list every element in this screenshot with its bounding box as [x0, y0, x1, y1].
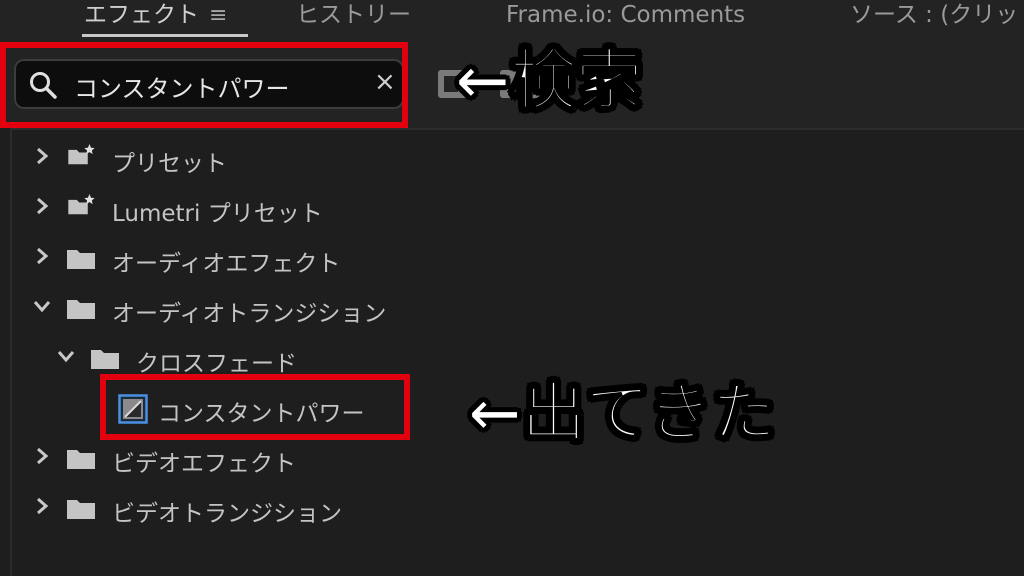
tab-effects-label: エフェクト	[84, 2, 199, 28]
chevron-right-icon[interactable]	[32, 196, 52, 216]
folder-icon	[67, 250, 95, 269]
chevron-right-icon[interactable]	[32, 446, 52, 466]
chevron-right-icon[interactable]	[32, 146, 52, 166]
tab-history[interactable]: ヒストリー	[296, 0, 411, 36]
tree-item-label: ビデオトランジション	[112, 501, 342, 527]
annotation-search: ←検索	[454, 42, 643, 119]
tree-item-crossfade[interactable]: クロスフェード	[12, 338, 1022, 378]
chevron-right-icon[interactable]	[32, 246, 52, 266]
tree-item-label: オーディオトランジション	[112, 301, 387, 327]
folder-icon	[67, 500, 95, 519]
folder-icon	[67, 450, 95, 469]
tree-item-label: プリセット	[112, 151, 227, 177]
tree-item-lumetri-presets[interactable]: Lumetri プリセット	[12, 188, 1022, 228]
search-highlight-box	[0, 42, 408, 128]
tree-item-audio-effects[interactable]: オーディオエフェクト	[12, 238, 1022, 278]
chevron-down-icon[interactable]	[56, 346, 76, 366]
preset-folder-icon	[68, 144, 95, 165]
tree-item-label: オーディオエフェクト	[112, 251, 341, 277]
hamburger-menu-icon[interactable]: ≡	[209, 3, 227, 28]
result-highlight-box	[100, 374, 410, 440]
tree-item-presets[interactable]: プリセット	[12, 138, 1022, 178]
tree-item-label: クロスフェード	[136, 351, 297, 377]
annotation-found: ←出てきた	[467, 377, 777, 451]
preset-folder-icon	[68, 194, 95, 215]
panel-tab-bar: エフェクト ≡ ヒストリー Frame.io: Comments ソース : (ク…	[0, 0, 1024, 40]
tree-item-video-transitions[interactable]: ビデオトランジション	[12, 488, 1022, 528]
tab-source[interactable]: ソース : (クリッ	[850, 0, 1018, 36]
chevron-right-icon[interactable]	[32, 496, 52, 516]
effects-tree: プリセット Lumetri プリセット オーディオエフェクト オーディオトランジ…	[10, 128, 1024, 576]
tree-item-label: Lumetri プリセット	[112, 201, 323, 227]
tree-item-audio-transitions[interactable]: オーディオトランジション	[12, 288, 1022, 328]
chevron-down-icon[interactable]	[32, 296, 52, 316]
folder-icon	[67, 300, 95, 319]
folder-icon	[91, 350, 119, 369]
tab-frameio-comments[interactable]: Frame.io: Comments	[506, 0, 745, 36]
tab-effects[interactable]: エフェクト ≡	[84, 0, 227, 36]
active-tab-indicator	[82, 34, 248, 37]
tree-item-label: ビデオエフェクト	[112, 451, 296, 477]
